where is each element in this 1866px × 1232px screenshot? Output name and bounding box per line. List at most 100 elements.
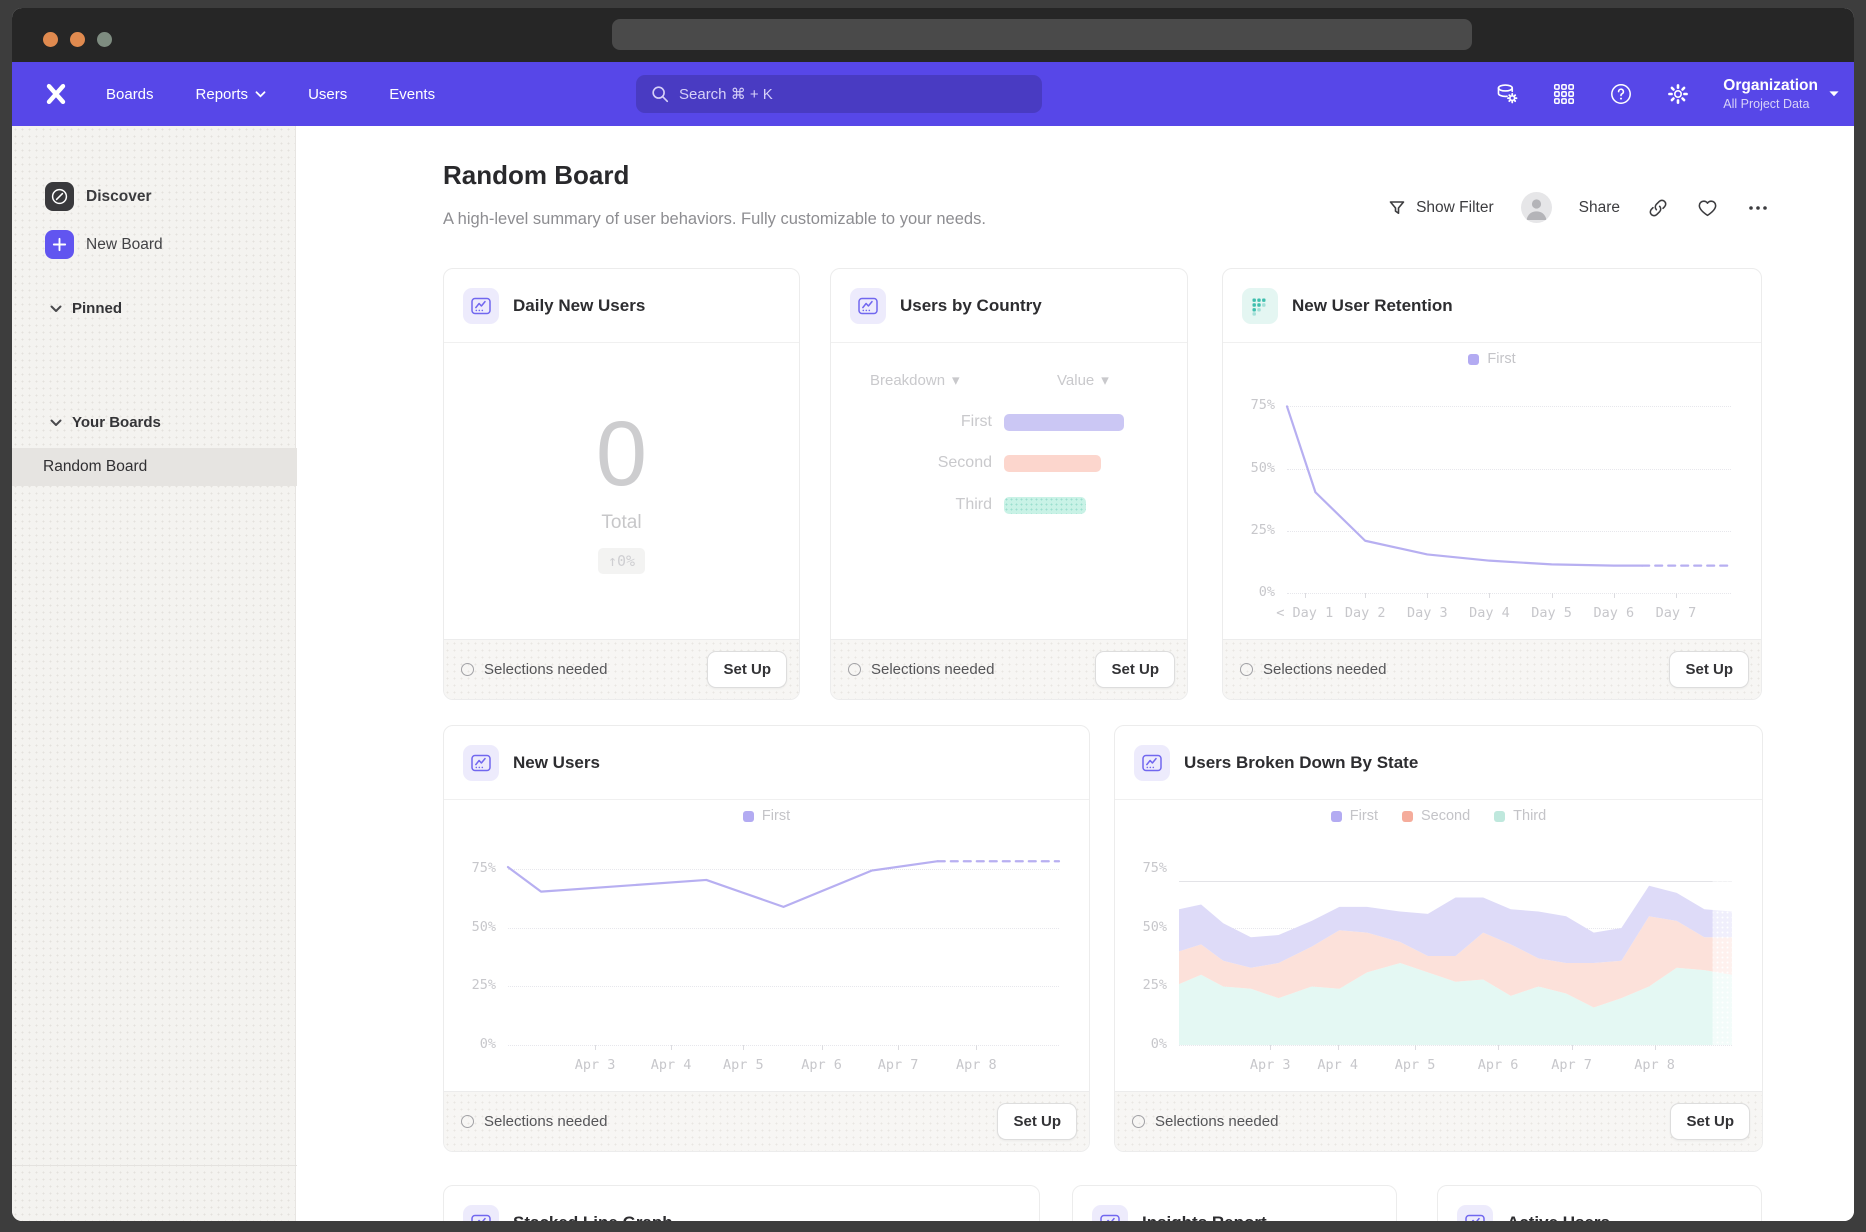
- sidebar-item-random-board[interactable]: Random Board: [12, 448, 318, 486]
- status-circle-icon: [461, 663, 474, 676]
- window-close-button[interactable]: [43, 32, 58, 47]
- page-title: Random Board: [443, 160, 629, 191]
- set-up-button[interactable]: Set Up: [997, 1103, 1077, 1140]
- status-badge: Selections needed: [1240, 661, 1669, 678]
- row-bar: [1004, 414, 1124, 431]
- sidebar-item-label: New Board: [86, 236, 163, 254]
- chart-line-icon: [1092, 1205, 1128, 1221]
- set-up-button[interactable]: Set Up: [1095, 651, 1175, 688]
- window-zoom-button[interactable]: [97, 32, 112, 47]
- status-circle-icon: [848, 663, 861, 676]
- sidebar-section-pinned[interactable]: Pinned: [50, 300, 122, 317]
- app-window: Boards Reports Users Events Search ⌘ + K: [12, 8, 1854, 1221]
- board-actions: Show Filter Share: [1387, 192, 1770, 223]
- kpi-label: Total: [601, 512, 641, 534]
- row-label: First: [862, 413, 992, 431]
- sidebar-section-your-boards[interactable]: Your Boards: [50, 414, 161, 431]
- card-new-users: New Users First75%50%25%0%Apr 3Apr 4Apr …: [443, 725, 1090, 1152]
- card-title: Active Users: [1507, 1213, 1610, 1221]
- status-circle-icon: [1132, 1115, 1145, 1128]
- browser-titlebar: [12, 8, 1854, 62]
- search-placeholder: Search ⌘ + K: [679, 85, 773, 103]
- row-label: Third: [862, 496, 992, 514]
- set-up-button[interactable]: Set Up: [1670, 1103, 1750, 1140]
- org-switcher[interactable]: Organization All Project Data: [1723, 77, 1840, 111]
- mixpanel-logo-icon[interactable]: [42, 80, 70, 108]
- kpi-block: 0 Total ↑0%: [444, 343, 799, 639]
- chevron-down-icon: [255, 91, 266, 98]
- share-button[interactable]: Share: [1579, 199, 1620, 217]
- nav-item-events[interactable]: Events: [389, 86, 435, 103]
- state-stacked-chart: FirstSecondThird75%50%25%0%Apr 3Apr 4Apr…: [1115, 800, 1762, 1091]
- status-badge: Selections needed: [1132, 1113, 1670, 1130]
- retention-chart: First75%50%25%0%< Day 1Day 2Day 3Day 4Da…: [1223, 343, 1761, 639]
- card-title: New Users: [513, 753, 600, 773]
- chevron-down-icon: [50, 305, 62, 313]
- card-new-user-retention: New User Retention First75%50%25%0%< Day…: [1222, 268, 1762, 700]
- page-subtitle: A high-level summary of user behaviors. …: [443, 210, 986, 229]
- chart-line-icon: [463, 745, 499, 781]
- apps-grid-icon[interactable]: [1552, 82, 1576, 106]
- chart-line-icon: [1457, 1205, 1493, 1221]
- chart-line-icon: [850, 288, 886, 324]
- chart-line-icon: [463, 1205, 499, 1221]
- chart-line-icon: [463, 288, 499, 324]
- card-daily-new-users: Daily New Users 0 Total ↑0% Selections n…: [443, 268, 800, 700]
- card-stacked-line-graph: Stacked Line Graph: [443, 1185, 1040, 1221]
- status-badge: Selections needed: [461, 1113, 997, 1130]
- card-active-users: Active Users: [1437, 1185, 1762, 1221]
- card-insights-report: Insights Report: [1072, 1185, 1397, 1221]
- sidebar-footer: [12, 1165, 331, 1221]
- status-badge: Selections needed: [461, 661, 707, 678]
- status-circle-icon: [1240, 663, 1253, 676]
- kpi-value: 0: [596, 408, 647, 500]
- chart-line-icon: [1134, 745, 1170, 781]
- discover-compass-icon: [45, 182, 74, 211]
- row-bar: [1004, 455, 1101, 472]
- nav-item-reports[interactable]: Reports: [196, 86, 267, 103]
- sidebar-item-label: Discover: [86, 188, 151, 206]
- chevron-down-icon: ▾: [1101, 371, 1109, 389]
- avatar[interactable]: [1521, 192, 1552, 223]
- new-users-chart: First75%50%25%0%Apr 3Apr 4Apr 5Apr 6Apr …: [444, 800, 1089, 1091]
- chevron-down-icon: ▾: [952, 371, 960, 389]
- search-input[interactable]: Search ⌘ + K: [636, 75, 1042, 113]
- sidebar: Discover New Board Pinned Random Board Y…: [12, 126, 296, 1221]
- help-icon[interactable]: [1609, 82, 1633, 106]
- card-title: New User Retention: [1292, 296, 1453, 316]
- card-title: Stacked Line Graph: [513, 1213, 673, 1221]
- show-filter-button[interactable]: Show Filter: [1387, 198, 1494, 218]
- column-header-value[interactable]: Value▾: [1057, 371, 1109, 389]
- sidebar-item-new-board[interactable]: New Board: [45, 230, 163, 259]
- data-management-icon[interactable]: [1495, 82, 1519, 106]
- settings-gear-icon[interactable]: [1666, 82, 1690, 106]
- org-name: Organization: [1723, 77, 1818, 95]
- plus-icon: [45, 230, 74, 259]
- nav-item-boards[interactable]: Boards: [106, 86, 154, 103]
- favorite-heart-icon[interactable]: [1696, 196, 1719, 219]
- browser-url-bar[interactable]: [612, 19, 1472, 50]
- set-up-button[interactable]: Set Up: [1669, 651, 1749, 688]
- top-navbar: Boards Reports Users Events Search ⌘ + K: [12, 62, 1854, 126]
- card-users-by-state: Users Broken Down By State FirstSecondTh…: [1114, 725, 1763, 1152]
- card-title: Users Broken Down By State: [1184, 753, 1418, 773]
- kpi-delta-badge: ↑0%: [598, 548, 645, 574]
- set-up-button[interactable]: Set Up: [707, 651, 787, 688]
- chevron-down-icon: [50, 419, 62, 427]
- row-bar: [1004, 497, 1086, 514]
- card-users-by-country: Users by Country Breakdown▾ Value▾ First…: [830, 268, 1188, 700]
- nav-item-users[interactable]: Users: [308, 86, 347, 103]
- status-circle-icon: [461, 1115, 474, 1128]
- org-subtitle: All Project Data: [1723, 97, 1818, 111]
- search-icon: [650, 84, 670, 104]
- card-title: Users by Country: [900, 296, 1042, 316]
- column-header-breakdown[interactable]: Breakdown▾: [870, 371, 960, 389]
- window-minimize-button[interactable]: [70, 32, 85, 47]
- card-title: Insights Report: [1142, 1213, 1267, 1221]
- copy-link-icon[interactable]: [1647, 197, 1669, 219]
- retention-dots-icon: [1242, 288, 1278, 324]
- sidebar-item-discover[interactable]: Discover: [45, 182, 151, 211]
- filter-funnel-icon: [1387, 198, 1407, 218]
- more-options-icon[interactable]: [1746, 196, 1770, 220]
- chevron-down-icon: [1828, 90, 1840, 98]
